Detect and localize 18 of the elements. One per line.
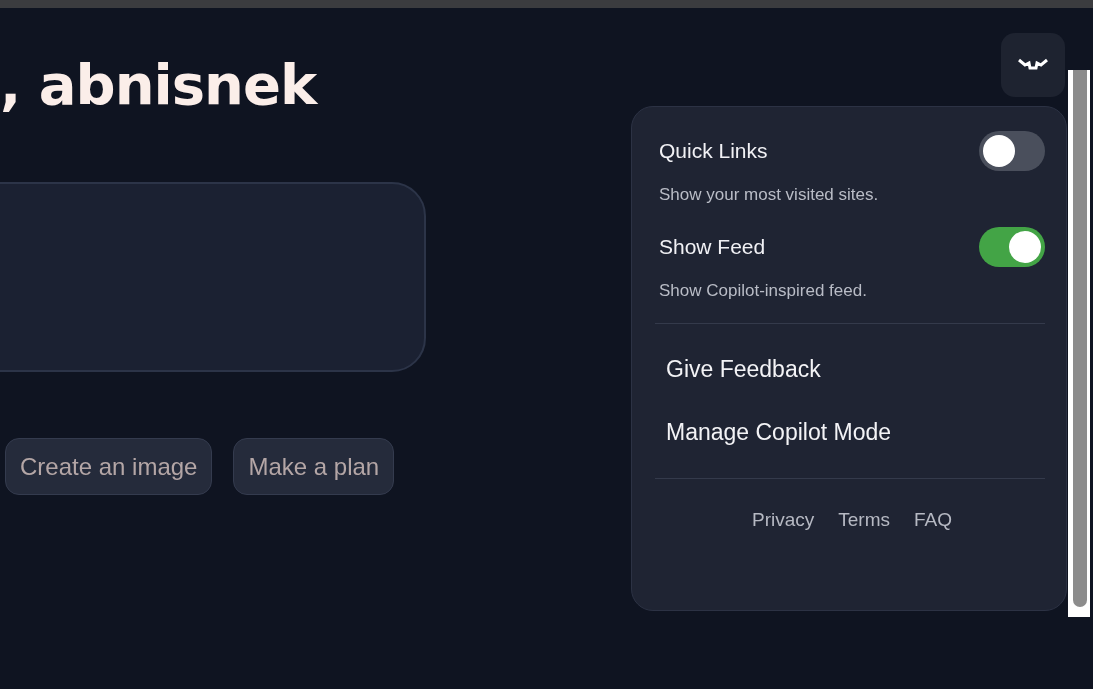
toggle-switch[interactable] <box>979 131 1045 171</box>
menu-item[interactable]: Manage Copilot Mode <box>666 401 1045 464</box>
suggestion-chip[interactable]: Make a plan <box>233 438 395 495</box>
suggestion-chip[interactable]: Create an image <box>5 438 213 495</box>
greeting-heading: , abnisnek <box>0 52 317 117</box>
menu-item[interactable]: Give Feedback <box>666 338 1045 401</box>
footer-link[interactable]: FAQ <box>914 509 952 531</box>
settings-button[interactable] <box>1001 33 1065 97</box>
footer-link[interactable]: Privacy <box>751 509 815 531</box>
chat-input-field[interactable] <box>0 182 426 372</box>
toggle-switch[interactable] <box>979 227 1045 267</box>
setting-description: Show Copilot-inspired feed. <box>659 281 868 301</box>
setting-description: Show your most visited sites. <box>659 185 880 205</box>
setting-label: Show Feed <box>659 235 766 259</box>
settings-icon <box>1017 57 1049 73</box>
footer-link[interactable]: Terms <box>838 509 890 531</box>
setting-label: Quick Links <box>659 139 768 163</box>
scrollbar[interactable] <box>1068 70 1090 617</box>
